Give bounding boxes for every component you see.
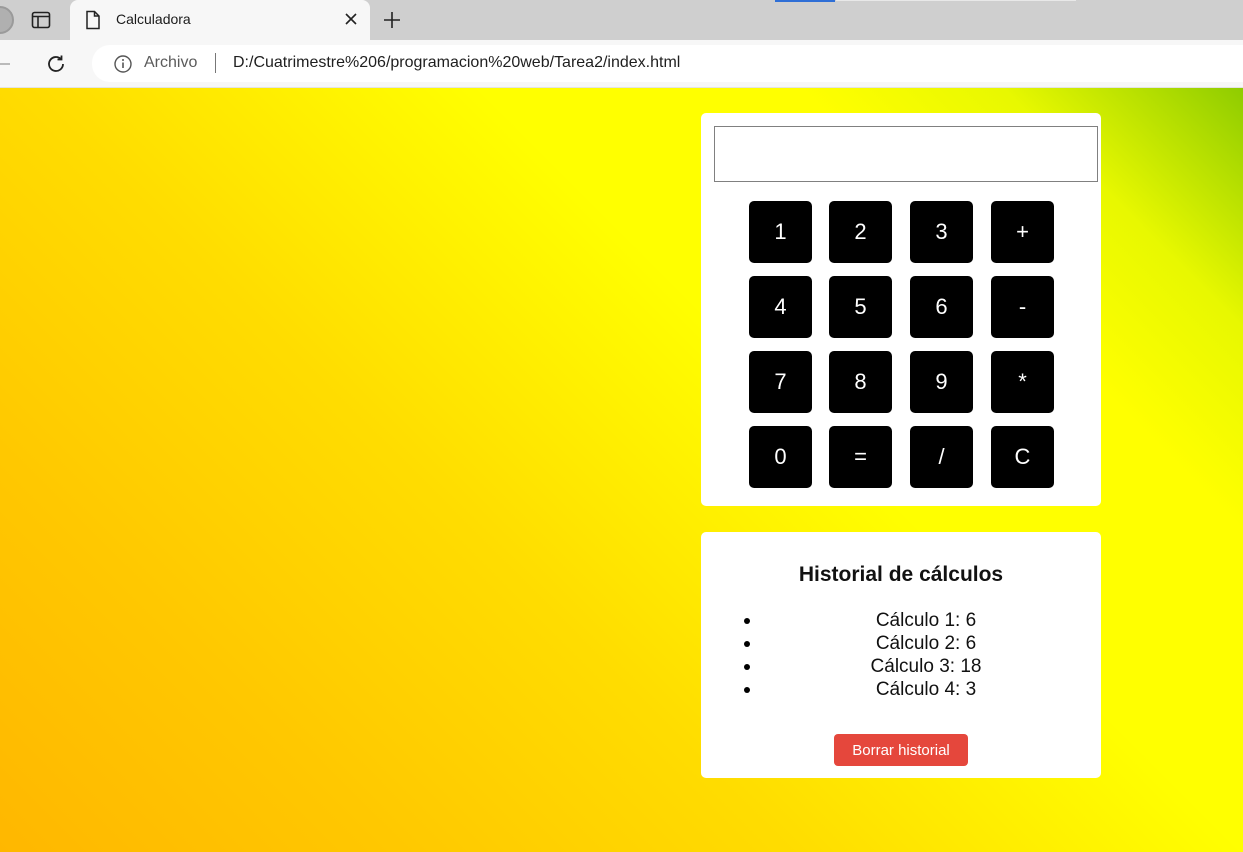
bullet-icon	[744, 664, 750, 670]
bullet-icon	[744, 641, 750, 647]
browser-tab-bar: Calculadora	[0, 0, 1243, 40]
key-divide[interactable]: /	[910, 426, 973, 488]
history-title: Historial de cálculos	[798, 563, 1004, 586]
tab-actions-icon[interactable]	[27, 6, 55, 34]
reload-icon[interactable]	[44, 52, 68, 76]
calculator-keypad: 1 2 3 + 4 5 6 - 7 8 9 * 0 = / C	[749, 201, 1054, 489]
key-0[interactable]: 0	[749, 426, 812, 488]
close-tab-icon[interactable]	[340, 8, 362, 30]
key-plus[interactable]: +	[991, 201, 1054, 263]
key-5[interactable]: 5	[829, 276, 892, 338]
history-item: Cálculo 4: 3	[741, 678, 1111, 701]
key-1[interactable]: 1	[749, 201, 812, 263]
page-background: 1 2 3 + 4 5 6 - 7 8 9 * 0 = / C Historia…	[0, 88, 1243, 852]
history-item: Cálculo 3: 18	[741, 655, 1111, 678]
key-minus[interactable]: -	[991, 276, 1054, 338]
history-item-text: Cálculo 1: 6	[875, 610, 977, 631]
new-tab-icon[interactable]	[378, 6, 406, 34]
history-panel: Historial de cálculos Cálculo 1: 6 Cálcu…	[701, 532, 1101, 778]
address-separator	[215, 53, 216, 73]
back-arrow-icon[interactable]	[0, 52, 12, 81]
bullet-icon	[744, 687, 750, 693]
tab-title: Calculadora	[116, 11, 191, 27]
bullet-icon	[744, 618, 750, 624]
key-clear[interactable]: C	[991, 426, 1054, 488]
address-scheme: Archivo	[144, 54, 198, 71]
key-9[interactable]: 9	[910, 351, 973, 413]
document-icon	[85, 10, 101, 35]
key-multiply[interactable]: *	[991, 351, 1054, 413]
key-3[interactable]: 3	[910, 201, 973, 263]
history-item: Cálculo 2: 6	[741, 632, 1111, 655]
history-item: Cálculo 1: 6	[741, 609, 1111, 632]
info-icon[interactable]	[114, 55, 132, 78]
address-url[interactable]: D:/Cuatrimestre%206/programacion%20web/T…	[233, 54, 680, 72]
key-2[interactable]: 2	[829, 201, 892, 263]
key-8[interactable]: 8	[829, 351, 892, 413]
calculator-display[interactable]	[714, 126, 1098, 182]
history-list: Cálculo 1: 6 Cálculo 2: 6 Cálculo 3: 18 …	[741, 609, 1111, 701]
key-6[interactable]: 6	[910, 276, 973, 338]
calculator-panel: 1 2 3 + 4 5 6 - 7 8 9 * 0 = / C	[701, 113, 1101, 506]
loading-indicator	[775, 0, 835, 2]
loading-track	[836, 0, 1076, 1]
clear-history-button[interactable]: Borrar historial	[834, 734, 968, 766]
browser-toolbar: Archivo D:/Cuatrimestre%206/programacion…	[0, 40, 1243, 88]
key-4[interactable]: 4	[749, 276, 812, 338]
key-equals[interactable]: =	[829, 426, 892, 488]
history-item-text: Cálculo 4: 3	[875, 679, 977, 700]
key-7[interactable]: 7	[749, 351, 812, 413]
history-item-text: Cálculo 3: 18	[870, 656, 982, 677]
tab-calculadora[interactable]: Calculadora	[70, 0, 370, 40]
address-bar[interactable]: Archivo D:/Cuatrimestre%206/programacion…	[92, 45, 1243, 82]
history-item-text: Cálculo 2: 6	[875, 633, 977, 654]
profile-avatar[interactable]	[0, 6, 14, 34]
